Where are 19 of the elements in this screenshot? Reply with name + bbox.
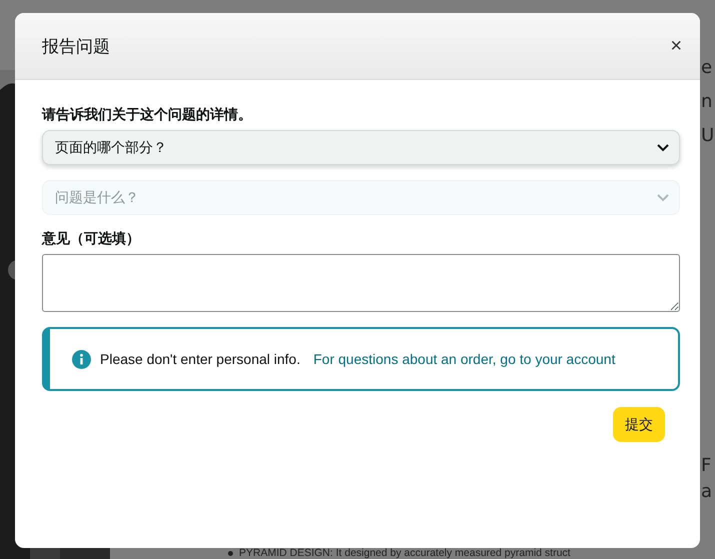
- dropdown-select[interactable]: 页面的哪个部分？: [42, 130, 680, 165]
- form-label: 请告诉我们关于这个问题的详情。: [42, 106, 253, 124]
- notice-text: Please don't enter personal info.: [100, 351, 300, 367]
- background-text: n: [701, 92, 712, 114]
- comment-field[interactable]: [42, 254, 680, 312]
- account-link[interactable]: For questions about an order, go to your account: [313, 351, 616, 367]
- bullet-icon: [228, 550, 233, 556]
- chevron-down-icon: [657, 194, 669, 202]
- close-button[interactable]: ×: [666, 34, 686, 58]
- submit-button[interactable]: 提交: [613, 407, 665, 442]
- background-text: U: [701, 126, 714, 148]
- background-text: a: [701, 482, 712, 504]
- form-label: 意见（可选填）: [42, 230, 141, 248]
- chevron-down-icon: [657, 144, 669, 152]
- info-icon: [72, 350, 91, 368]
- background-text: F: [701, 456, 712, 478]
- dialog-title: 报告问题: [42, 36, 110, 58]
- background-text: e: [701, 58, 712, 80]
- background-text: PYRAMID DESIGN: It designed by accurately measured pyramid struct: [239, 547, 570, 559]
